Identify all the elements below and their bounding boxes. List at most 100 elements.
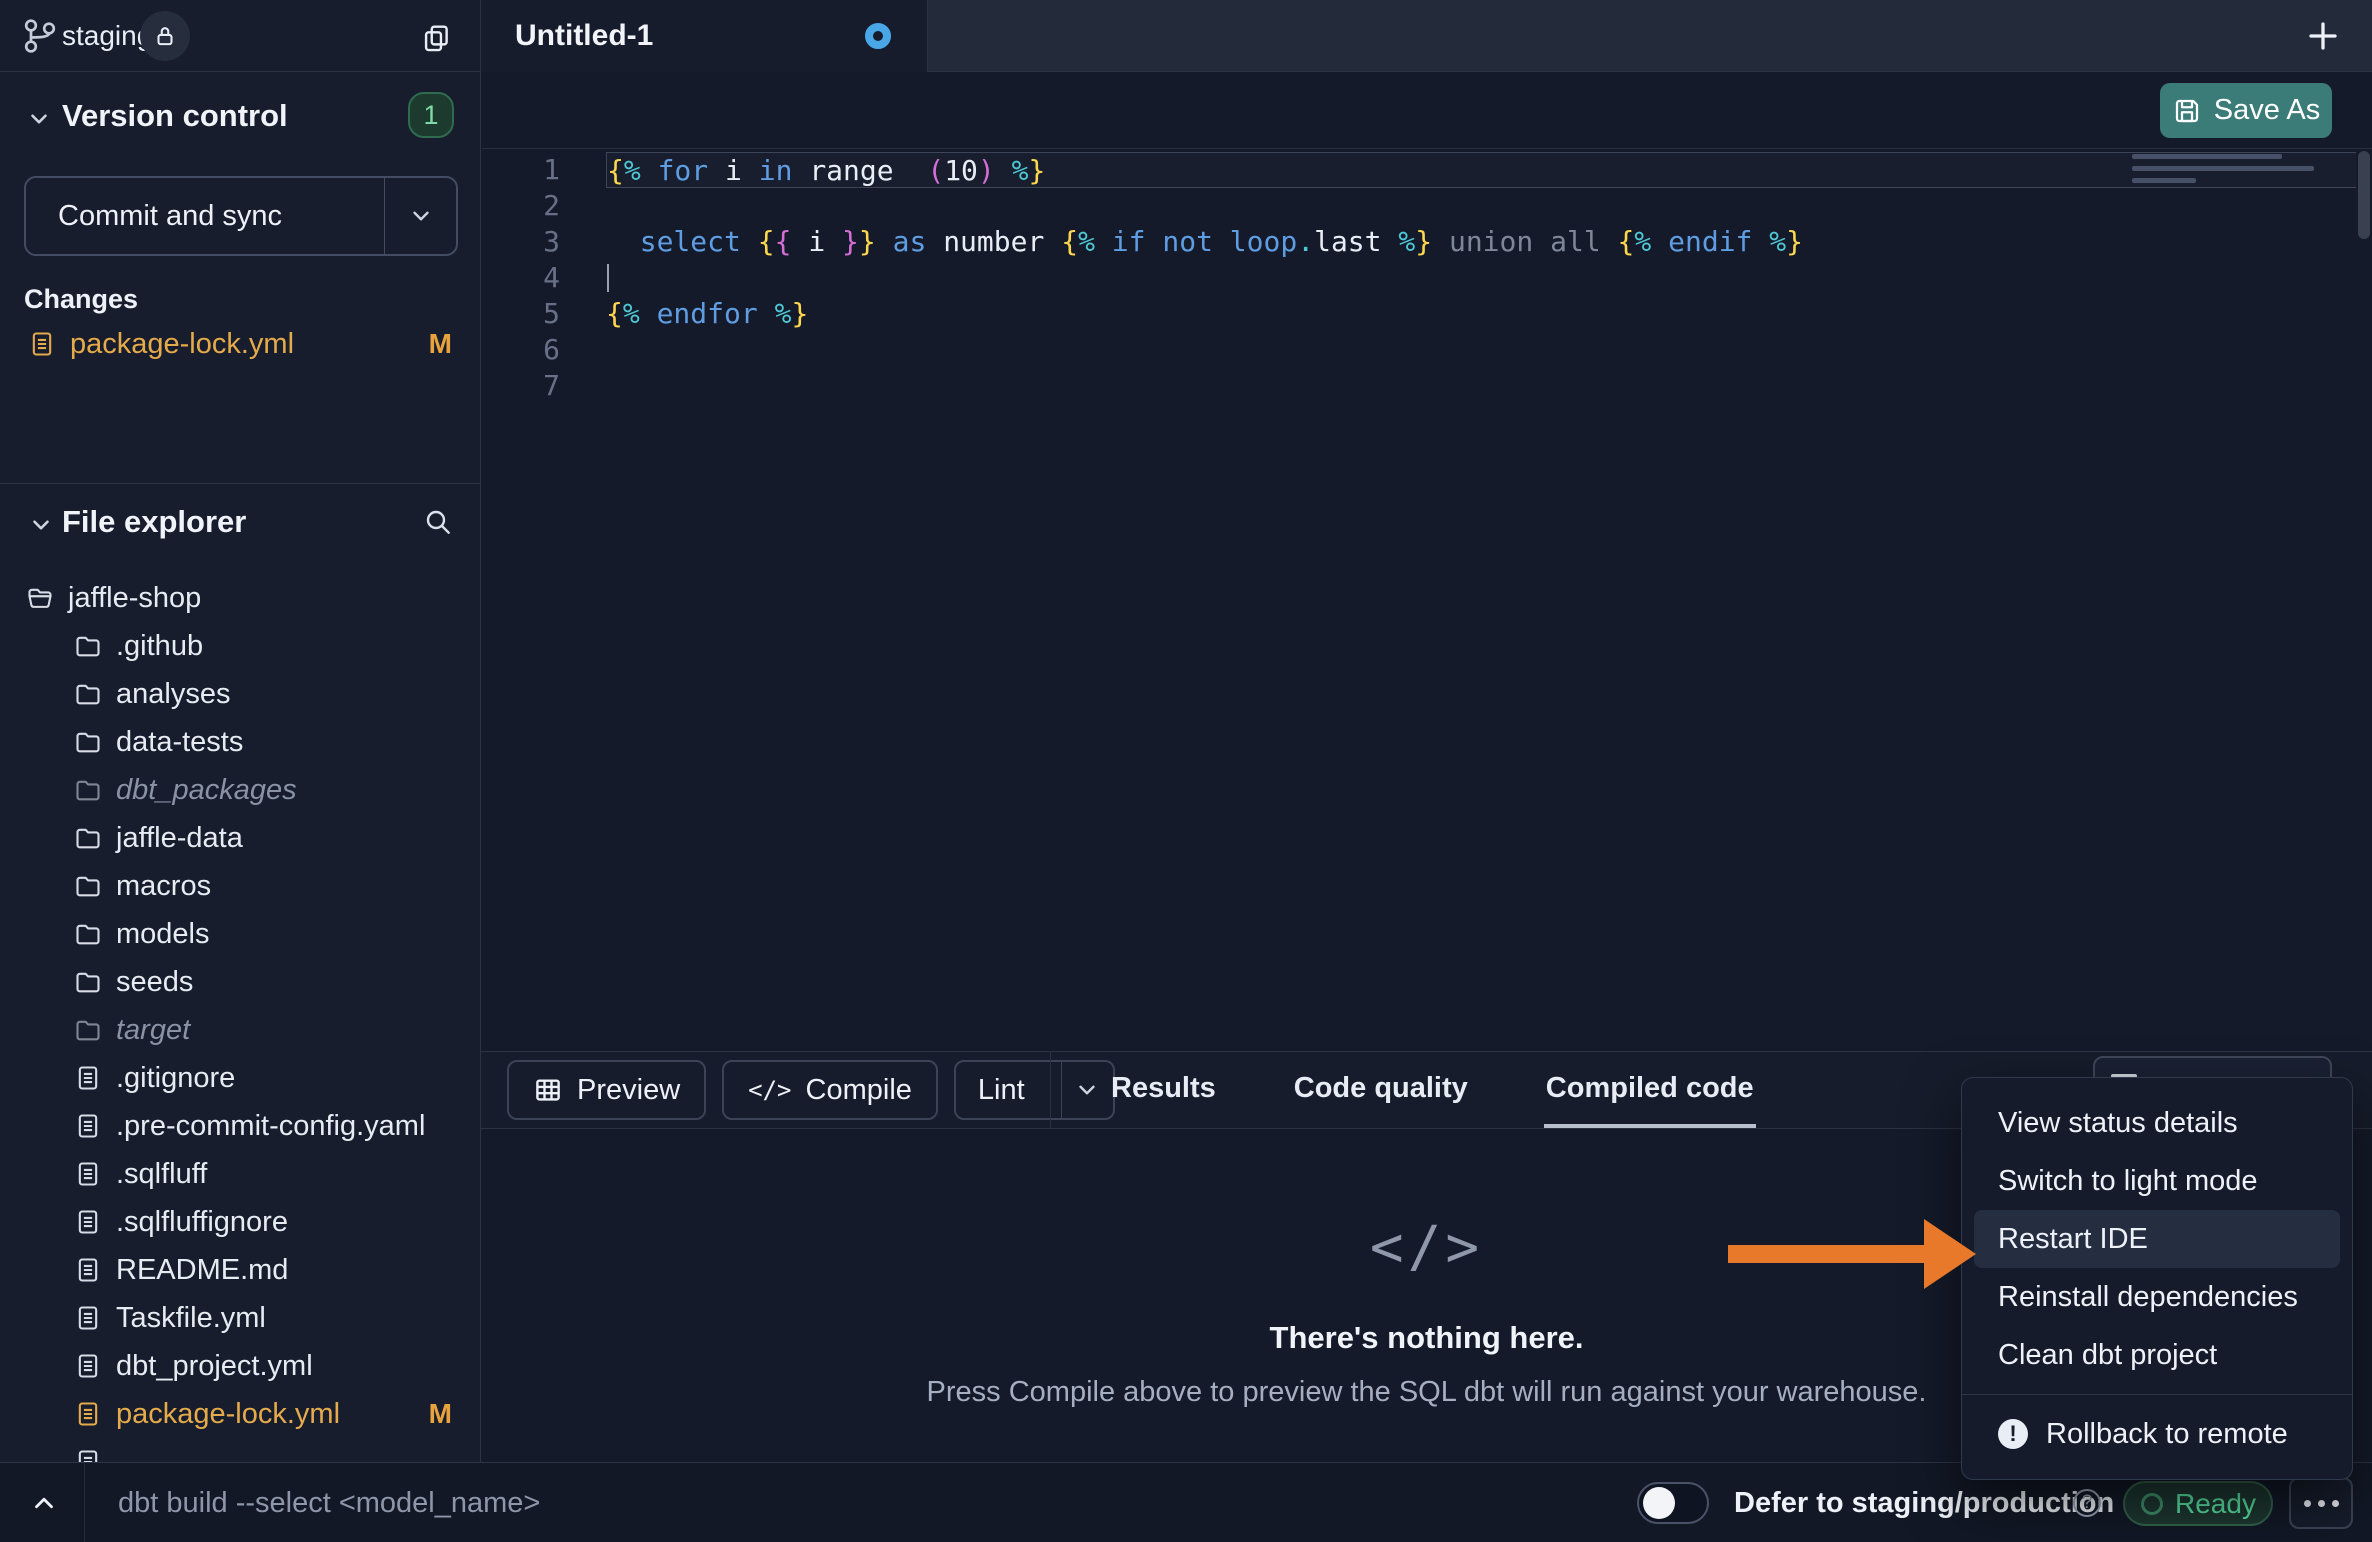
file-name: .sqlfluff	[116, 1158, 207, 1191]
expand-command-bar-button[interactable]	[18, 1463, 70, 1542]
version-control-header[interactable]: Version control 1	[0, 92, 480, 144]
file-tree-item-Taskfile.yml[interactable]: Taskfile.yml	[0, 1294, 480, 1342]
preview-button[interactable]: Preview	[507, 1060, 706, 1120]
search-icon[interactable]	[422, 506, 454, 538]
menu-item-restart-ide[interactable]: Restart IDE	[1974, 1210, 2340, 1268]
chevron-up-icon	[29, 1488, 59, 1518]
file-icon	[74, 1351, 102, 1381]
file-name: analyses	[116, 678, 230, 711]
folder-icon	[74, 776, 102, 804]
save-icon	[2172, 96, 2202, 126]
file-name: models	[116, 918, 210, 951]
code-line-2	[606, 188, 2356, 224]
git-branch-icon	[22, 16, 58, 56]
changes-section-label: Changes	[24, 284, 138, 315]
menu-item-rollback-to-remote[interactable]: !Rollback to remote	[1974, 1405, 2340, 1463]
panel-tab-compiled-code[interactable]: Compiled code	[1544, 1052, 1756, 1128]
compile-button[interactable]: </> Compile	[722, 1060, 938, 1120]
menu-item-label: View status details	[1998, 1107, 2238, 1140]
file-tree-item-.sqlfluffignore[interactable]: .sqlfluffignore	[0, 1198, 480, 1246]
editor-header: Save As	[482, 72, 2372, 149]
folder-icon	[74, 968, 102, 996]
chevron-down-icon	[1074, 1077, 1100, 1103]
folder-icon	[74, 872, 102, 900]
copy-branch-icon[interactable]	[414, 16, 458, 60]
file-tree-item-dbt_packages[interactable]: dbt_packages	[0, 766, 480, 814]
line-number: 4	[482, 260, 560, 296]
code-line-3: select {{ i }} as number {% if not loop.…	[606, 224, 2356, 260]
save-as-button[interactable]: Save As	[2160, 83, 2332, 138]
changed-file-name: package-lock.yml	[70, 328, 294, 361]
file-icon	[28, 329, 56, 359]
file-tree-item-models[interactable]: models	[0, 910, 480, 958]
menu-item-label: Switch to light mode	[1998, 1165, 2258, 1198]
line-number: 6	[482, 332, 560, 368]
modified-status-badge: M	[429, 1398, 452, 1430]
menu-item-clean-dbt-project[interactable]: Clean dbt project	[1974, 1326, 2340, 1384]
code-line-4	[606, 260, 2356, 296]
new-tab-button[interactable]	[2290, 0, 2356, 72]
status-menu-button[interactable]	[2289, 1477, 2353, 1529]
file-tree-item-dbt_project.yml[interactable]: dbt_project.yml	[0, 1342, 480, 1390]
file-name: seeds	[116, 966, 193, 999]
code-brackets-icon: </>	[1370, 1215, 1483, 1280]
file-icon	[74, 1447, 102, 1462]
toolbar-divider	[1050, 1052, 1051, 1128]
ready-status-badge[interactable]: Ready	[2123, 1481, 2273, 1526]
file-tree-item-analyses[interactable]: analyses	[0, 670, 480, 718]
code-editor[interactable]: 1234567 {% for i in range (10) %} select…	[482, 149, 2372, 1051]
commit-and-sync-button[interactable]: Commit and sync	[24, 176, 458, 256]
file-name: target	[116, 1014, 190, 1047]
branch-lock-badge	[140, 11, 190, 61]
file-tree-item[interactable]	[0, 1438, 480, 1462]
minimap	[2132, 154, 2352, 190]
defer-toggle[interactable]	[1637, 1482, 1709, 1524]
status-context-menu: View status details Switch to light mode R…	[1961, 1077, 2353, 1480]
changed-file-row[interactable]: package-lock.yml M	[0, 320, 480, 368]
folder-icon	[74, 680, 102, 708]
editor-scrollbar[interactable]	[2358, 151, 2370, 239]
folder-icon	[26, 584, 54, 612]
file-icon	[74, 1159, 102, 1189]
version-control-title: Version control	[62, 98, 288, 134]
file-tree-item-.pre-commit-config.yaml[interactable]: .pre-commit-config.yaml	[0, 1102, 480, 1150]
line-number: 7	[482, 368, 560, 404]
file-tree-item-jaffle-data[interactable]: jaffle-data	[0, 814, 480, 862]
menu-item-view-status-details[interactable]: View status details	[1974, 1094, 2340, 1152]
file-name: package-lock.yml	[116, 1398, 340, 1431]
code-lines: {% for i in range (10) %} select {{ i }}…	[606, 152, 2356, 404]
branch-name: staging	[62, 0, 152, 72]
file-tree-item-macros[interactable]: macros	[0, 862, 480, 910]
file-name: .github	[116, 630, 203, 663]
file-tree-item-package-lock.yml[interactable]: package-lock.yml M	[0, 1390, 480, 1438]
tab-untitled-1[interactable]: Untitled-1	[481, 0, 928, 72]
commit-options-dropdown[interactable]	[384, 178, 456, 254]
changes-count-badge: 1	[408, 92, 454, 138]
file-icon	[74, 1207, 102, 1237]
modified-status-badge: M	[429, 328, 452, 360]
panel-tab-code-quality[interactable]: Code quality	[1292, 1052, 1470, 1128]
file-tree-item-.github[interactable]: .github	[0, 622, 480, 670]
lint-button[interactable]: Lint	[954, 1060, 1115, 1120]
menu-item-switch-to-light-mode[interactable]: Switch to light mode	[1974, 1152, 2340, 1210]
command-input[interactable]: dbt build --select <model_name>	[118, 1463, 540, 1542]
editor-tab-bar: Untitled-1	[481, 0, 2372, 72]
file-tree-item-.gitignore[interactable]: .gitignore	[0, 1054, 480, 1102]
file-tree-item-jaffle-shop[interactable]: jaffle-shop	[0, 574, 480, 622]
file-tree-item-.sqlfluff[interactable]: .sqlfluff	[0, 1150, 480, 1198]
panel-tab-results[interactable]: Results	[1109, 1052, 1218, 1128]
file-icon	[74, 1255, 102, 1285]
file-tree: jaffle-shop.githubanalysesdata-testsdbt_…	[0, 574, 480, 1462]
file-name: macros	[116, 870, 211, 903]
file-tree-item-data-tests[interactable]: data-tests	[0, 718, 480, 766]
file-icon	[74, 1063, 102, 1093]
file-tree-item-seeds[interactable]: seeds	[0, 958, 480, 1006]
menu-divider	[1962, 1394, 2352, 1395]
file-explorer-header[interactable]: File explorer	[0, 484, 480, 562]
menu-item-reinstall-dependencies[interactable]: Reinstall dependencies	[1974, 1268, 2340, 1326]
help-icon[interactable]: ?	[2073, 1489, 2101, 1517]
lint-dropdown[interactable]	[1061, 1062, 1113, 1118]
file-tree-item-README.md[interactable]: README.md	[0, 1246, 480, 1294]
file-tree-item-target[interactable]: target	[0, 1006, 480, 1054]
exclamation-icon: !	[1998, 1419, 2028, 1449]
